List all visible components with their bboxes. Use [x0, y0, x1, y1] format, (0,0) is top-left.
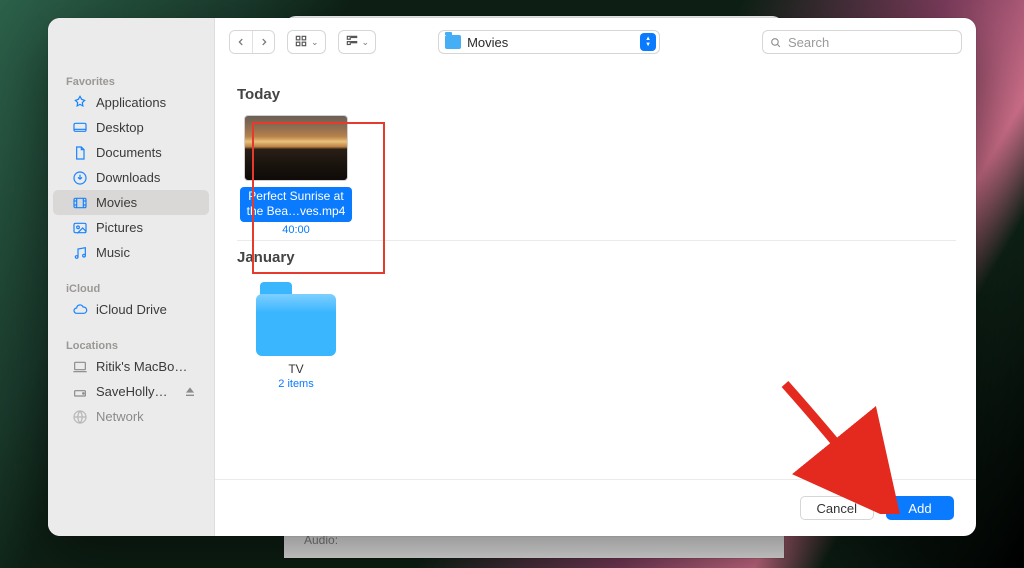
open-file-panel: Favorites Applications Desktop Documents — [48, 18, 976, 536]
group-header: January — [237, 249, 956, 266]
content-pane: ⌄ ⌄ Movies ▲▼ Search — [215, 18, 976, 536]
applications-icon — [71, 94, 89, 112]
folder-icon — [256, 294, 336, 356]
sidebar-item-documents[interactable]: Documents — [53, 140, 209, 165]
pictures-icon — [71, 219, 89, 237]
music-icon — [71, 244, 89, 262]
path-popup[interactable]: Movies ▲▼ — [438, 30, 660, 54]
group-by-button[interactable]: ⌄ — [338, 30, 377, 54]
toolbar: ⌄ ⌄ Movies ▲▼ Search — [215, 18, 976, 66]
sidebar-item-icloud-drive[interactable]: iCloud Drive — [53, 297, 209, 322]
eject-icon[interactable] — [181, 383, 199, 401]
sidebar-item-external-drive[interactable]: SaveHolly… — [53, 379, 209, 404]
file-item-video[interactable]: Perfect Sunrise at the Bea…ves.mp4 40:00 — [237, 115, 355, 236]
sidebar-item-desktop[interactable]: Desktop — [53, 115, 209, 140]
sidebar-item-pictures[interactable]: Pictures — [53, 215, 209, 240]
folder-items-count: 2 items — [237, 378, 355, 390]
cloud-icon — [71, 301, 89, 319]
add-button-label: Add — [908, 501, 931, 516]
group-january: January TV 2 items — [237, 249, 956, 390]
cancel-button-label: Cancel — [817, 501, 857, 516]
folder-name: TV — [237, 362, 355, 376]
path-stepper-icon: ▲▼ — [640, 33, 656, 51]
folder-icon — [445, 35, 461, 49]
sidebar-item-downloads[interactable]: Downloads — [53, 165, 209, 190]
chevron-down-icon: ⌄ — [311, 37, 319, 48]
dialog-buttons: Cancel Add — [215, 480, 976, 536]
file-name: Perfect Sunrise at the Bea…ves.mp4 — [240, 187, 352, 222]
sidebar-section-locations: Locations — [48, 336, 214, 354]
sidebar-item-label: SaveHolly… — [96, 384, 168, 399]
sidebar-item-macbook[interactable]: Ritik's MacBo… — [53, 354, 209, 379]
network-icon — [71, 408, 89, 426]
sidebar-item-label: Desktop — [96, 120, 144, 135]
grid-icon — [294, 34, 308, 51]
file-duration: 40:00 — [237, 224, 355, 236]
sidebar-section-icloud: iCloud — [48, 279, 214, 297]
external-drive-icon — [71, 383, 89, 401]
group-today: Today Perfect Sunrise at the Bea…ves.mp4… — [237, 86, 956, 241]
sidebar-item-applications[interactable]: Applications — [53, 90, 209, 115]
sidebar-item-label: Movies — [96, 195, 137, 210]
sidebar-item-label: Pictures — [96, 220, 143, 235]
back-button[interactable] — [230, 31, 252, 53]
view-mode-button[interactable]: ⌄ — [287, 30, 326, 54]
sidebar-item-movies[interactable]: Movies — [53, 190, 209, 215]
downloads-icon — [71, 169, 89, 187]
group-separator — [237, 240, 956, 241]
group-header: Today — [237, 86, 956, 103]
cancel-button[interactable]: Cancel — [800, 496, 874, 520]
sidebar-item-music[interactable]: Music — [53, 240, 209, 265]
add-button[interactable]: Add — [886, 496, 954, 520]
group-icon — [345, 34, 359, 51]
sidebar: Favorites Applications Desktop Documents — [48, 18, 215, 536]
sidebar-item-label: Documents — [96, 145, 162, 160]
nav-buttons — [229, 30, 275, 54]
sidebar-item-label: iCloud Drive — [96, 302, 167, 317]
forward-button[interactable] — [252, 31, 274, 53]
sidebar-item-label: Applications — [96, 95, 166, 110]
search-icon — [769, 36, 782, 49]
desktop-icon — [71, 119, 89, 137]
path-popup-label: Movies — [467, 35, 634, 50]
chevron-down-icon: ⌄ — [362, 37, 370, 48]
file-item-folder[interactable]: TV 2 items — [237, 294, 355, 390]
sidebar-item-network[interactable]: Network — [53, 404, 209, 429]
sidebar-item-label: Network — [96, 409, 144, 424]
movies-icon — [71, 194, 89, 212]
sidebar-section-favorites: Favorites — [48, 72, 214, 90]
sidebar-item-label: Music — [96, 245, 130, 260]
desktop-background: Audio: Favorites Applications Desktop — [0, 0, 1024, 568]
video-thumbnail — [244, 115, 348, 181]
laptop-icon — [71, 358, 89, 376]
search-input[interactable]: Search — [762, 30, 962, 54]
search-placeholder: Search — [788, 35, 829, 50]
sidebar-item-label: Downloads — [96, 170, 160, 185]
documents-icon — [71, 144, 89, 162]
file-browser[interactable]: Today Perfect Sunrise at the Bea…ves.mp4… — [215, 66, 976, 475]
sidebar-item-label: Ritik's MacBo… — [96, 359, 187, 374]
